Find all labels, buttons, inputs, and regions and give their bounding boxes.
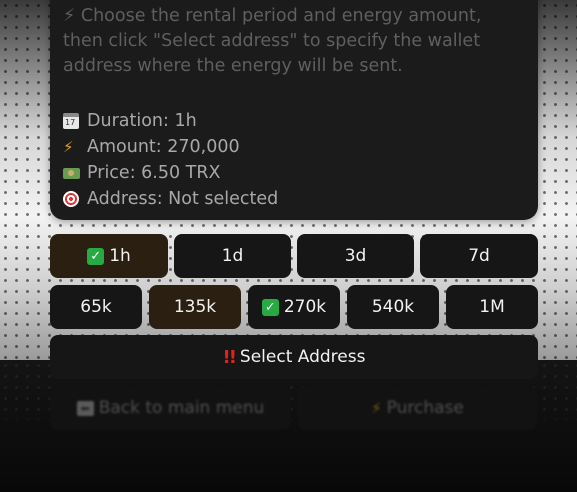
money-icon bbox=[63, 167, 87, 179]
back-arrow-icon: ⬅ bbox=[76, 400, 94, 416]
select-address-label: Select Address bbox=[239, 347, 366, 367]
purchase-button[interactable]: ⚡ Purchase bbox=[297, 386, 538, 430]
check-icon: ✓ bbox=[87, 247, 105, 265]
duration-text: Duration: 1h bbox=[87, 111, 197, 131]
duration-3d-label: 3d bbox=[344, 246, 367, 266]
amount-text: Amount: 270,000 bbox=[87, 137, 240, 157]
duration-line: Duration: 1h bbox=[63, 108, 278, 134]
amount-line: ⚡ Amount: 270,000 bbox=[63, 134, 278, 160]
amount-65k-button[interactable]: 65k bbox=[50, 285, 142, 329]
lightning-icon: ⚡ bbox=[63, 138, 74, 156]
double-exclamation-icon: !! bbox=[222, 346, 237, 368]
amount-1m-button[interactable]: 1M bbox=[446, 285, 538, 329]
purchase-label: Purchase bbox=[386, 398, 464, 418]
back-label: Back to main menu bbox=[98, 398, 265, 418]
price-text: Price: 6.50 TRX bbox=[87, 163, 221, 183]
duration-1d-label: 1d bbox=[221, 246, 244, 266]
duration-7d-label: 7d bbox=[468, 246, 490, 266]
duration-1h-label: 1h bbox=[109, 246, 131, 266]
amount-135k-label: 135k bbox=[173, 297, 217, 317]
amount-270k-label: 270k bbox=[283, 297, 327, 317]
lightning-icon: ⚡ bbox=[371, 399, 382, 417]
message-description: ⚡ Choose the rental period and energy am… bbox=[63, 6, 482, 76]
duration-7d-button[interactable]: 7d bbox=[420, 234, 538, 278]
amount-540k-label: 540k bbox=[371, 297, 415, 317]
amount-270k-button[interactable]: ✓ 270k bbox=[248, 285, 340, 329]
amount-1m-label: 1M bbox=[479, 297, 505, 317]
duration-3d-button[interactable]: 3d bbox=[297, 234, 414, 278]
duration-1d-button[interactable]: 1d bbox=[174, 234, 291, 278]
address-line: Address: Not selected bbox=[63, 186, 278, 212]
amount-65k-label: 65k bbox=[80, 297, 112, 317]
duration-1h-button[interactable]: ✓ 1h bbox=[50, 234, 168, 278]
amount-135k-button[interactable]: 135k bbox=[149, 285, 241, 329]
order-info: Duration: 1h ⚡ Amount: 270,000 Price: 6.… bbox=[63, 108, 278, 212]
check-icon: ✓ bbox=[261, 298, 279, 316]
calendar-icon bbox=[63, 113, 87, 129]
price-line: Price: 6.50 TRX bbox=[63, 160, 278, 186]
amount-540k-button[interactable]: 540k bbox=[347, 285, 439, 329]
back-to-main-menu-button[interactable]: ⬅ Back to main menu bbox=[50, 386, 291, 430]
address-text: Address: Not selected bbox=[87, 189, 279, 209]
target-icon bbox=[63, 191, 87, 207]
select-address-button[interactable]: !! Select Address bbox=[50, 335, 538, 379]
message-bubble: ⚡ Choose the rental period and energy am… bbox=[50, 0, 538, 220]
